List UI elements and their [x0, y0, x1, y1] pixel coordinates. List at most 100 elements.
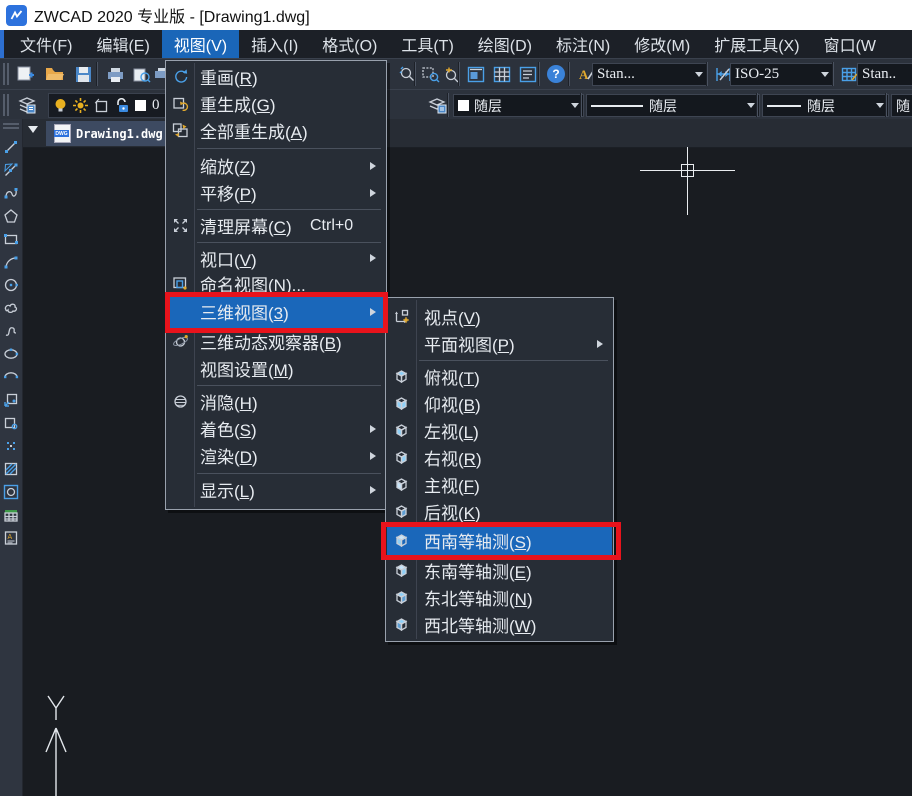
submenu-item-nw-isometric[interactable]: 西北等轴测(W) — [387, 611, 612, 638]
menu-item-hide[interactable]: 消隐(H) — [167, 388, 385, 415]
top-view-icon — [387, 369, 416, 384]
menu-window[interactable]: 窗口(W — [812, 30, 888, 58]
linetype-control-select[interactable]: 随层 — [586, 94, 760, 117]
ellipse-arc-icon[interactable] — [1, 365, 21, 388]
submenu-item-left-view[interactable]: 左视(L) — [387, 417, 612, 444]
crosshair-pickbox — [681, 164, 694, 177]
zoom-in-button[interactable] — [438, 62, 464, 86]
lineweight-control-value: 随层 — [807, 96, 872, 116]
question-mark-icon: ? — [547, 65, 565, 83]
menu-separator — [197, 209, 381, 210]
layer-manager-button[interactable] — [14, 93, 40, 117]
table-icon[interactable] — [1, 503, 21, 526]
submenu-item-bottom-view[interactable]: 仰视(B) — [387, 390, 612, 417]
menu-item-clean-screen[interactable]: 清理屏幕(C) Ctrl+0 — [167, 212, 385, 239]
toolbar-separator — [832, 62, 834, 86]
hide-icon — [167, 393, 194, 410]
layer-state-box[interactable]: 0 — [48, 93, 174, 118]
menu-item-regen-all[interactable]: 全部重生成(A) — [167, 117, 385, 144]
zwcad-logo-icon — [6, 5, 27, 26]
toolbar-grab-handle[interactable] — [3, 94, 9, 116]
donut-icon[interactable] — [1, 480, 21, 503]
menu-insert[interactable]: 插入(I) — [239, 30, 310, 58]
layout-grid-button[interactable] — [489, 62, 515, 86]
polygon-icon[interactable] — [1, 204, 21, 227]
menu-item-shade[interactable]: 着色(S) — [167, 415, 385, 442]
tab-list-dropdown-icon[interactable] — [28, 126, 38, 133]
menu-express-tools[interactable]: 扩展工具(X) — [702, 30, 811, 58]
new-file-button[interactable] — [12, 62, 38, 86]
spline-icon[interactable] — [1, 319, 21, 342]
dim-style-value: ISO-25 — [735, 66, 817, 83]
linetype-control-value: 随层 — [649, 96, 743, 116]
hatch-icon[interactable] — [1, 457, 21, 480]
submenu-item-plan-view[interactable]: 平面视图(P) — [387, 330, 612, 357]
menu-draw[interactable]: 绘图(D) — [466, 30, 544, 58]
menu-item-viewports[interactable]: 视口(V) — [167, 245, 385, 271]
plot-style-value: 随 — [896, 96, 912, 116]
menu-item-zoom[interactable]: 缩放(Z) — [167, 152, 385, 179]
menu-tools[interactable]: 工具(T) — [389, 30, 465, 58]
submenu-item-top-view[interactable]: 俯视(T) — [387, 363, 612, 390]
menu-item-regen[interactable]: 重生成(G) — [167, 90, 385, 117]
text-style-select[interactable]: Stan... — [592, 63, 708, 86]
table-style-select[interactable]: Stan.. — [857, 63, 912, 86]
back-view-icon — [387, 504, 416, 519]
point-icon[interactable] — [1, 434, 21, 457]
zoom-realtime-button[interactable] — [394, 62, 420, 86]
layout-single-button[interactable] — [463, 62, 489, 86]
layer-new-vp-icon[interactable] — [94, 98, 109, 113]
ne-isometric-icon — [387, 590, 416, 605]
submenu-item-viewpoint[interactable]: 视点(V) — [387, 303, 612, 330]
chevron-down-icon — [695, 72, 703, 77]
save-button[interactable] — [70, 62, 96, 86]
toolbar-separator — [706, 62, 708, 86]
toolbar-grab-handle[interactable] — [3, 63, 9, 85]
color-control-select[interactable]: 随层 — [453, 94, 584, 117]
submenu-item-ne-isometric[interactable]: 东北等轴测(N) — [387, 584, 612, 611]
menu-item-render[interactable]: 渲染(D) — [167, 442, 385, 469]
tab-drawing1[interactable]: DWG Drawing1.dwg — [46, 121, 171, 146]
menu-item-redraw[interactable]: 重画(R) — [167, 63, 385, 90]
dim-style-select[interactable]: ISO-25 — [730, 63, 834, 86]
revision-cloud-icon[interactable] — [1, 296, 21, 319]
line-icon[interactable] — [1, 135, 21, 158]
submenu-item-right-view[interactable]: 右视(R) — [387, 444, 612, 471]
layer-color-swatch[interactable] — [135, 100, 146, 111]
menu-file[interactable]: 文件(F) — [8, 30, 84, 58]
toolbar-grab-handle[interactable] — [3, 123, 19, 129]
lineweight-control-select[interactable]: 随层 — [762, 94, 889, 117]
submenu-item-back-view[interactable]: 后视(K) — [387, 498, 612, 525]
layer-on-bulb-icon[interactable] — [54, 98, 67, 113]
submenu-item-front-view[interactable]: 主视(F) — [387, 471, 612, 498]
menu-modify[interactable]: 修改(M) — [622, 30, 702, 58]
layer-thaw-sun-icon[interactable] — [73, 98, 88, 113]
ellipse-icon[interactable] — [1, 342, 21, 365]
regen-icon — [167, 95, 194, 112]
open-file-button[interactable] — [42, 62, 68, 86]
menu-item-display[interactable]: 显示(L) — [167, 476, 385, 503]
insert-block-icon[interactable] — [1, 388, 21, 411]
make-block-icon[interactable] — [1, 411, 21, 434]
layer-unlock-icon[interactable] — [115, 98, 129, 113]
circle-icon[interactable] — [1, 273, 21, 296]
menu-edit[interactable]: 编辑(E) — [84, 30, 161, 58]
menu-item-view-settings[interactable]: 视图设置(M) — [167, 355, 385, 382]
menu-view[interactable]: 视图(V) — [162, 30, 239, 58]
mtext-icon[interactable]: A — [1, 526, 21, 549]
toolbar-separator — [447, 93, 449, 117]
print-button[interactable] — [102, 62, 128, 86]
arc-icon[interactable] — [1, 250, 21, 273]
polyline-icon[interactable] — [1, 181, 21, 204]
menu-item-pan[interactable]: 平移(P) — [167, 179, 385, 206]
nw-isometric-icon — [387, 617, 416, 632]
menu-separator — [197, 148, 381, 149]
menu-format[interactable]: 格式(O) — [310, 30, 389, 58]
submenu-item-se-isometric[interactable]: 东南等轴测(E) — [387, 557, 612, 584]
rectangle-icon[interactable] — [1, 227, 21, 250]
construction-line-icon[interactable] — [1, 158, 21, 181]
color-bylayer-swatch — [458, 100, 469, 111]
help-button[interactable]: ? — [543, 62, 569, 86]
menu-dimension[interactable]: 标注(N) — [544, 30, 622, 58]
plot-style-control-select[interactable]: 随 — [891, 94, 912, 117]
